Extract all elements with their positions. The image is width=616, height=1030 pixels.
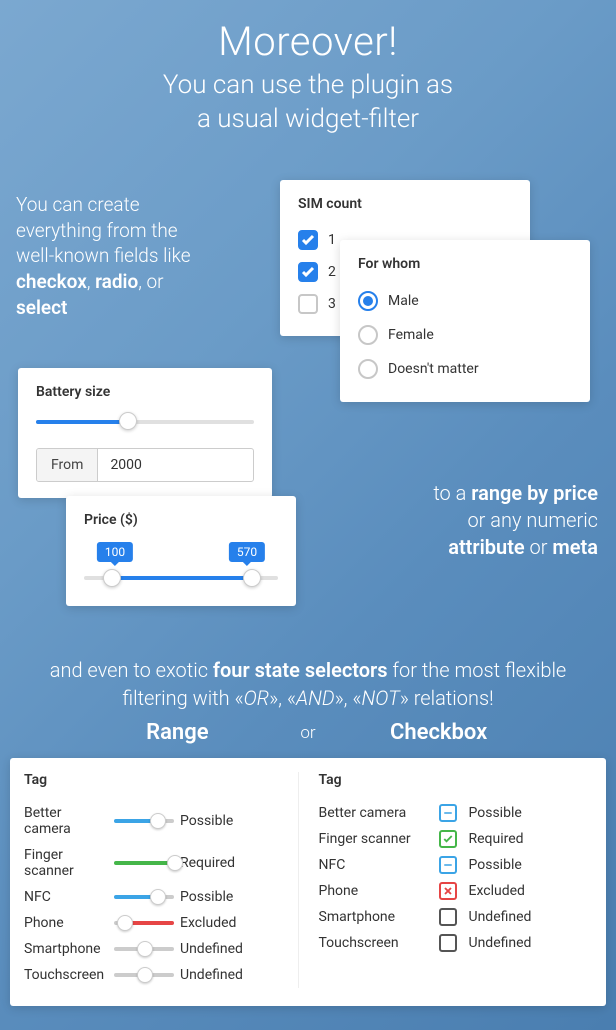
battery-title: Battery size xyxy=(36,384,254,400)
from-value: 2000 xyxy=(98,449,253,481)
price-max-thumb[interactable] xyxy=(243,569,261,587)
check-tag-row: Smartphone Undefined xyxy=(319,904,593,930)
whom-card: For whom Male Female Doesn't matter xyxy=(340,240,590,402)
mini-slider[interactable] xyxy=(114,968,174,982)
or-label: or xyxy=(300,723,315,743)
check-tag-row: Better camera Possible xyxy=(319,800,593,826)
tag-name: NFC xyxy=(24,889,108,905)
mini-slider[interactable] xyxy=(114,814,174,828)
tag-name: Better camera xyxy=(319,805,431,821)
state-box[interactable] xyxy=(439,934,457,952)
check-tag-row: NFC Possible xyxy=(319,852,593,878)
tag-state: Undefined xyxy=(469,935,593,951)
state-box[interactable] xyxy=(439,804,457,822)
range-label: Range xyxy=(82,720,272,745)
mini-slider[interactable] xyxy=(114,890,174,904)
checkbox[interactable] xyxy=(298,230,318,250)
from-label: From xyxy=(37,449,98,481)
exotic-text: and even to exotic four state selectors … xyxy=(0,656,616,712)
tag-name: Phone xyxy=(319,883,431,899)
price-title: Price ($) xyxy=(84,512,278,528)
radio-label: Male xyxy=(388,293,419,309)
tag-name: Touchscreen xyxy=(24,967,108,983)
tag-name: Better camera xyxy=(24,805,108,837)
tag-name: Finger scanner xyxy=(319,831,431,847)
whom-title: For whom xyxy=(358,256,572,272)
tag-state: Excluded xyxy=(180,915,298,931)
state-box[interactable] xyxy=(439,882,457,900)
radio[interactable] xyxy=(358,291,378,311)
checkbox-label: 3 xyxy=(328,296,336,312)
checkbox-column: Tag Better camera Possible Finger scanner R… xyxy=(298,772,593,988)
range-or-checkbox: Range or Checkbox xyxy=(0,720,616,745)
state-box[interactable] xyxy=(439,856,457,874)
battery-thumb[interactable] xyxy=(119,412,137,430)
range-tag-row: Finger scanner Required xyxy=(24,842,298,884)
price-min-tip: 100 xyxy=(97,542,133,562)
tag-state: Possible xyxy=(469,857,593,873)
checkbox-label: 1 xyxy=(328,232,336,248)
price-max-tip: 570 xyxy=(229,542,265,562)
range-tag-row: Phone Excluded xyxy=(24,910,298,936)
right-text: to a range by price or any numeric attri… xyxy=(433,480,598,561)
mini-slider[interactable] xyxy=(114,856,174,870)
tag-name: NFC xyxy=(319,857,431,873)
range-tag-row: NFC Possible xyxy=(24,884,298,910)
tag-state: Undefined xyxy=(180,967,298,983)
checkbox-label: Checkbox xyxy=(344,720,534,745)
state-box[interactable] xyxy=(439,908,457,926)
battery-from-input[interactable]: From 2000 xyxy=(36,448,254,482)
checkbox[interactable] xyxy=(298,262,318,282)
radio-label: Doesn't matter xyxy=(388,361,479,377)
tag-name: Phone xyxy=(24,915,108,931)
tag-name: Touchscreen xyxy=(319,935,431,951)
range-column: Tag Better camera Possible Finger scanner R… xyxy=(24,772,298,988)
hero: Moreover! You can use the plugin as a us… xyxy=(0,0,616,147)
battery-card: Battery size From 2000 xyxy=(18,368,272,498)
tags-card: Tag Better camera Possible Finger scanner R… xyxy=(10,758,606,1006)
mini-slider[interactable] xyxy=(114,916,174,930)
tag-state: Undefined xyxy=(180,941,298,957)
tag-state: Required xyxy=(469,831,593,847)
check-tag-row: Finger scanner Required xyxy=(319,826,593,852)
state-box[interactable] xyxy=(439,830,457,848)
check-tag-row: Phone Excluded xyxy=(319,878,593,904)
battery-slider[interactable] xyxy=(36,414,254,430)
price-slider[interactable]: 100 570 xyxy=(84,540,278,590)
whom-row: Male xyxy=(358,284,572,318)
tag-state: Excluded xyxy=(469,883,593,899)
checkbox-label: 2 xyxy=(328,264,336,280)
radio-label: Female xyxy=(388,327,434,343)
price-min-thumb[interactable] xyxy=(103,569,121,587)
range-tag-row: Better camera Possible xyxy=(24,800,298,842)
hero-title: Moreover! xyxy=(20,18,596,65)
tag-state: Possible xyxy=(180,889,298,905)
intro-text: You can create everything from the well-… xyxy=(16,192,216,320)
whom-row: Doesn't matter xyxy=(358,352,572,386)
tag-name: Smartphone xyxy=(319,909,431,925)
whom-row: Female xyxy=(358,318,572,352)
price-card: Price ($) 100 570 xyxy=(66,496,296,606)
checkbox[interactable] xyxy=(298,294,318,314)
tag-header: Tag xyxy=(24,772,298,788)
range-tag-row: Touchscreen Undefined xyxy=(24,962,298,988)
check-tag-row: Touchscreen Undefined xyxy=(319,930,593,956)
hero-subtitle: You can use the plugin as a usual widget… xyxy=(20,69,596,137)
mini-slider[interactable] xyxy=(114,942,174,956)
radio[interactable] xyxy=(358,325,378,345)
range-tag-row: Smartphone Undefined xyxy=(24,936,298,962)
tag-state: Possible xyxy=(469,805,593,821)
tag-name: Smartphone xyxy=(24,941,108,957)
sim-title: SIM count xyxy=(298,196,512,212)
radio[interactable] xyxy=(358,359,378,379)
tag-state: Possible xyxy=(180,813,298,829)
tag-header: Tag xyxy=(319,772,593,788)
tag-state: Undefined xyxy=(469,909,593,925)
tag-name: Finger scanner xyxy=(24,847,108,879)
tag-state: Required xyxy=(180,855,298,871)
